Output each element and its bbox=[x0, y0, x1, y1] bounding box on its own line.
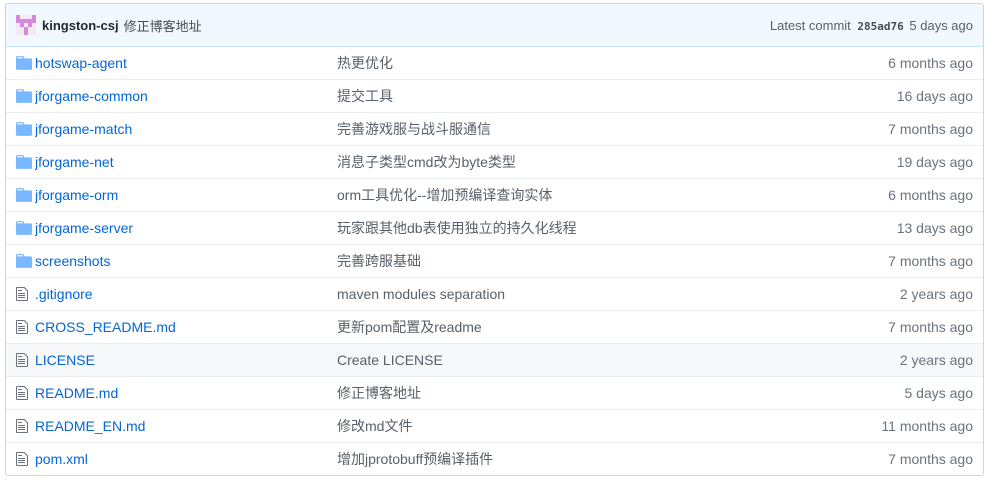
file-icon bbox=[16, 352, 35, 368]
file-name-cell: pom.xml bbox=[35, 451, 337, 467]
file-row[interactable]: CROSS_README.md 更新pom配置及readme 7 months ag… bbox=[6, 310, 983, 343]
file-icon bbox=[16, 286, 35, 302]
folder-link[interactable]: jforgame-common bbox=[35, 88, 148, 104]
file-name-cell: jforgame-net bbox=[35, 154, 337, 170]
commit-message-link[interactable]: 修正博客地址 bbox=[337, 383, 813, 403]
file-icon bbox=[16, 319, 35, 335]
folder-icon bbox=[16, 89, 35, 103]
commit-age: 2 years ago bbox=[899, 352, 973, 368]
latest-commit-label: Latest commit bbox=[769, 17, 851, 33]
folder-link[interactable]: jforgame-server bbox=[35, 220, 133, 236]
commit-age: 11 months ago bbox=[881, 418, 973, 434]
file-link[interactable]: .gitignore bbox=[35, 286, 93, 302]
file-row[interactable]: jforgame-net 消息子类型cmd改为byte类型 19 days ago bbox=[6, 145, 983, 178]
file-name-cell: .gitignore bbox=[35, 286, 337, 302]
file-row[interactable]: jforgame-server 玩家跟其他db表使用独立的持久化线程 13 days… bbox=[6, 211, 983, 244]
file-row[interactable]: screenshots 完善跨服基础 7 months ago bbox=[6, 244, 983, 277]
file-row[interactable]: jforgame-orm orm工具优化--增加预编译查询实体 6 months a… bbox=[6, 178, 983, 211]
commit-message-link[interactable]: 增加jprotobuff预编译插件 bbox=[337, 449, 813, 469]
commit-age: 7 months ago bbox=[888, 319, 973, 335]
file-link[interactable]: README.md bbox=[35, 385, 118, 401]
file-row[interactable]: LICENSE Create LICENSE 2 years ago bbox=[6, 343, 983, 376]
commit-message-link[interactable]: 消息子类型cmd改为byte类型 bbox=[337, 152, 813, 172]
file-row[interactable]: .gitignore maven modules separation 2 year… bbox=[6, 277, 983, 310]
file-link[interactable]: LICENSE bbox=[35, 352, 95, 368]
commit-message-link[interactable]: 修正博客地址 bbox=[124, 16, 202, 35]
folder-icon bbox=[16, 188, 35, 202]
folder-link[interactable]: jforgame-net bbox=[35, 154, 114, 170]
file-name-cell: jforgame-server bbox=[35, 220, 337, 236]
folder-link[interactable]: screenshots bbox=[35, 253, 110, 269]
commit-message-link[interactable]: 提交工具 bbox=[337, 86, 813, 106]
commit-age: 7 months ago bbox=[888, 451, 973, 467]
commit-message-link[interactable]: Create LICENSE bbox=[337, 352, 813, 368]
commit-age: 16 days ago bbox=[896, 88, 973, 104]
commit-message-link[interactable]: 热更优化 bbox=[337, 53, 813, 73]
commit-message-link[interactable]: 玩家跟其他db表使用独立的持久化线程 bbox=[337, 218, 813, 238]
commit-age: 5 days ago bbox=[904, 385, 974, 401]
file-name-cell: CROSS_README.md bbox=[35, 319, 337, 335]
folder-link[interactable]: jforgame-match bbox=[35, 121, 132, 137]
commit-message-link[interactable]: 修改md文件 bbox=[337, 416, 813, 436]
commit-age: 6 months ago bbox=[888, 55, 973, 71]
folder-link[interactable]: jforgame-orm bbox=[35, 187, 118, 203]
file-link[interactable]: README_EN.md bbox=[35, 418, 145, 434]
folder-icon bbox=[16, 56, 35, 70]
file-name-cell: screenshots bbox=[35, 253, 337, 269]
file-browser: kingston-csj 修正博客地址 Latest commit 285ad7… bbox=[5, 3, 984, 476]
file-icon bbox=[16, 418, 35, 434]
commit-age: 19 days ago bbox=[896, 154, 973, 170]
file-list: hotswap-agent 热更优化 6 months ago jforgame-co… bbox=[6, 47, 983, 475]
file-link[interactable]: CROSS_README.md bbox=[35, 319, 176, 335]
file-name-cell: jforgame-orm bbox=[35, 187, 337, 203]
commit-age: 2 years ago bbox=[899, 286, 973, 302]
commit-age: 7 months ago bbox=[888, 253, 973, 269]
latest-commit-bar: kingston-csj 修正博客地址 Latest commit 285ad7… bbox=[6, 4, 983, 47]
file-row[interactable]: hotswap-agent 热更优化 6 months ago bbox=[6, 47, 983, 79]
file-icon bbox=[16, 451, 35, 467]
commit-age: 7 months ago bbox=[888, 121, 973, 137]
file-row[interactable]: README.md 修正博客地址 5 days ago bbox=[6, 376, 983, 409]
commit-meta: Latest commit 285ad76 5 days ago bbox=[770, 18, 973, 33]
commit-author-link[interactable]: kingston-csj bbox=[42, 18, 119, 33]
file-link[interactable]: pom.xml bbox=[35, 451, 88, 467]
commit-message-link[interactable]: 完善跨服基础 bbox=[337, 251, 813, 271]
folder-icon bbox=[16, 155, 35, 169]
commit-sha-link[interactable]: 285ad76 bbox=[857, 20, 903, 33]
commit-age: 13 days ago bbox=[896, 220, 973, 236]
commit-message-link[interactable]: 完善游戏服与战斗服通信 bbox=[337, 119, 813, 139]
file-name-cell: README.md bbox=[35, 385, 337, 401]
commit-message-link[interactable]: maven modules separation bbox=[337, 286, 813, 302]
commit-message-link[interactable]: 更新pom配置及readme bbox=[337, 317, 813, 337]
file-icon bbox=[16, 385, 35, 401]
commit-message-link[interactable]: orm工具优化--增加预编译查询实体 bbox=[337, 185, 813, 205]
folder-icon bbox=[16, 254, 35, 268]
file-row[interactable]: pom.xml 增加jprotobuff预编译插件 7 months ago bbox=[6, 442, 983, 475]
file-row[interactable]: jforgame-common 提交工具 16 days ago bbox=[6, 79, 983, 112]
file-row[interactable]: README_EN.md 修改md文件 11 months ago bbox=[6, 409, 983, 442]
folder-link[interactable]: hotswap-agent bbox=[35, 55, 127, 71]
avatar[interactable] bbox=[16, 15, 36, 35]
file-row[interactable]: jforgame-match 完善游戏服与战斗服通信 7 months ago bbox=[6, 112, 983, 145]
folder-icon bbox=[16, 221, 35, 235]
file-name-cell: jforgame-match bbox=[35, 121, 337, 137]
file-name-cell: hotswap-agent bbox=[35, 55, 337, 71]
commit-age: 6 months ago bbox=[888, 187, 973, 203]
file-name-cell: jforgame-common bbox=[35, 88, 337, 104]
file-name-cell: README_EN.md bbox=[35, 418, 337, 434]
folder-icon bbox=[16, 122, 35, 136]
commit-age: 5 days ago bbox=[909, 17, 973, 33]
file-name-cell: LICENSE bbox=[35, 352, 337, 368]
